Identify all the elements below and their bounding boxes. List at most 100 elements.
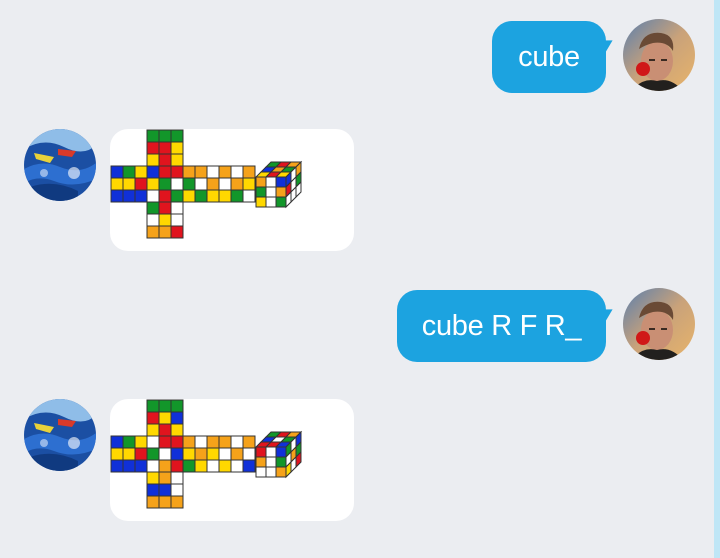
cube-sticker: [110, 177, 124, 191]
cube-sticker: [170, 495, 184, 509]
cube-sticker: [255, 466, 267, 478]
cube-sticker: [265, 446, 277, 458]
cube-sticker: [170, 201, 184, 215]
cube-sticker: [146, 483, 160, 497]
cube-sticker: [158, 153, 172, 167]
cube-sticker: [146, 423, 160, 437]
cube-sticker: [242, 189, 256, 203]
cube-sticker: [206, 177, 220, 191]
cube-sticker: [182, 165, 196, 179]
cube-sticker: [158, 471, 172, 485]
cube-sticker: [146, 201, 160, 215]
cube-sticker: [170, 447, 184, 461]
cube-sticker: [206, 435, 220, 449]
outgoing-message-bubble[interactable]: cube: [492, 21, 606, 93]
cube-sticker: [206, 165, 220, 179]
cube-sticker: [206, 447, 220, 461]
cube-sticker: [158, 177, 172, 191]
cube-sticker: [230, 165, 244, 179]
cube-sticker: [170, 213, 184, 227]
cube-sticker: [170, 459, 184, 473]
cube-sticker: [255, 446, 267, 458]
cube-sticker: [158, 141, 172, 155]
bot-avatar[interactable]: [24, 399, 96, 471]
cube-sticker: [110, 459, 124, 473]
cube-sticker: [194, 189, 208, 203]
cube-sticker: [146, 213, 160, 227]
cube-sticker: [265, 176, 277, 188]
cube-sticker: [194, 459, 208, 473]
cube-sticker: [146, 471, 160, 485]
cube-sticker: [194, 435, 208, 449]
cube-sticker: [158, 213, 172, 227]
user-avatar-image: [623, 19, 695, 91]
cube-sticker: [122, 435, 136, 449]
cube-sticker: [275, 446, 287, 458]
cube-sticker: [146, 165, 160, 179]
cube-sticker: [146, 435, 160, 449]
cube-sticker: [134, 435, 148, 449]
cube-sticker: [275, 466, 287, 478]
cube-sticker: [230, 435, 244, 449]
incoming-image-message[interactable]: [110, 399, 354, 521]
cube-sticker: [170, 225, 184, 239]
cube-sticker: [265, 466, 277, 478]
cube-sticker: [158, 399, 172, 413]
cube-sticker: [206, 459, 220, 473]
cube-sticker: [218, 435, 232, 449]
cube-sticker: [158, 165, 172, 179]
cube-sticker: [170, 153, 184, 167]
outgoing-message-bubble[interactable]: cube R F R_: [397, 290, 606, 362]
cube-sticker: [265, 456, 277, 468]
cube-sticker: [218, 447, 232, 461]
message-text: cube: [518, 40, 580, 73]
message-text: cube R F R_: [421, 309, 582, 342]
user-avatar[interactable]: [623, 19, 695, 91]
cube-sticker: [122, 165, 136, 179]
cube-sticker: [242, 435, 256, 449]
cube-sticker: [218, 459, 232, 473]
cube-sticker: [255, 196, 267, 208]
rubiks-cube-net-image: [110, 129, 303, 239]
cube-sticker: [146, 177, 160, 191]
cube-sticker: [194, 165, 208, 179]
cube-sticker: [170, 129, 184, 143]
cube-sticker: [146, 411, 160, 425]
cube-sticker: [122, 189, 136, 203]
cube-sticker: [158, 201, 172, 215]
bot-avatar[interactable]: [24, 129, 96, 201]
cube-sticker: [170, 411, 184, 425]
cube-sticker: [170, 141, 184, 155]
cube-sticker: [134, 165, 148, 179]
cube-sticker: [158, 129, 172, 143]
cube-sticker: [158, 423, 172, 437]
cube-sticker: [170, 471, 184, 485]
incoming-image-message[interactable]: [110, 129, 354, 251]
cube-sticker: [146, 129, 160, 143]
cube-sticker: [206, 189, 220, 203]
cube-sticker: [242, 447, 256, 461]
cube-sticker: [255, 456, 267, 468]
cube-sticker: [275, 176, 287, 188]
cube-sticker: [265, 196, 277, 208]
cube-sticker: [158, 435, 172, 449]
cube-sticker: [230, 447, 244, 461]
cube-sticker: [170, 483, 184, 497]
cube-sticker: [218, 177, 232, 191]
cube-sticker: [230, 459, 244, 473]
cube-sticker: [158, 411, 172, 425]
cube-sticker: [158, 495, 172, 509]
cube-sticker: [122, 177, 136, 191]
cube-sticker: [194, 177, 208, 191]
cube-sticker: [146, 447, 160, 461]
cube-sticker: [242, 177, 256, 191]
cube-sticker: [146, 189, 160, 203]
cube-sticker: [146, 225, 160, 239]
cube-sticker: [275, 196, 287, 208]
cube-sticker: [182, 177, 196, 191]
cube-sticker: [146, 153, 160, 167]
cube-sticker: [110, 435, 124, 449]
user-avatar[interactable]: [623, 288, 695, 360]
cube-sticker: [110, 189, 124, 203]
scroll-edge: [714, 0, 720, 558]
